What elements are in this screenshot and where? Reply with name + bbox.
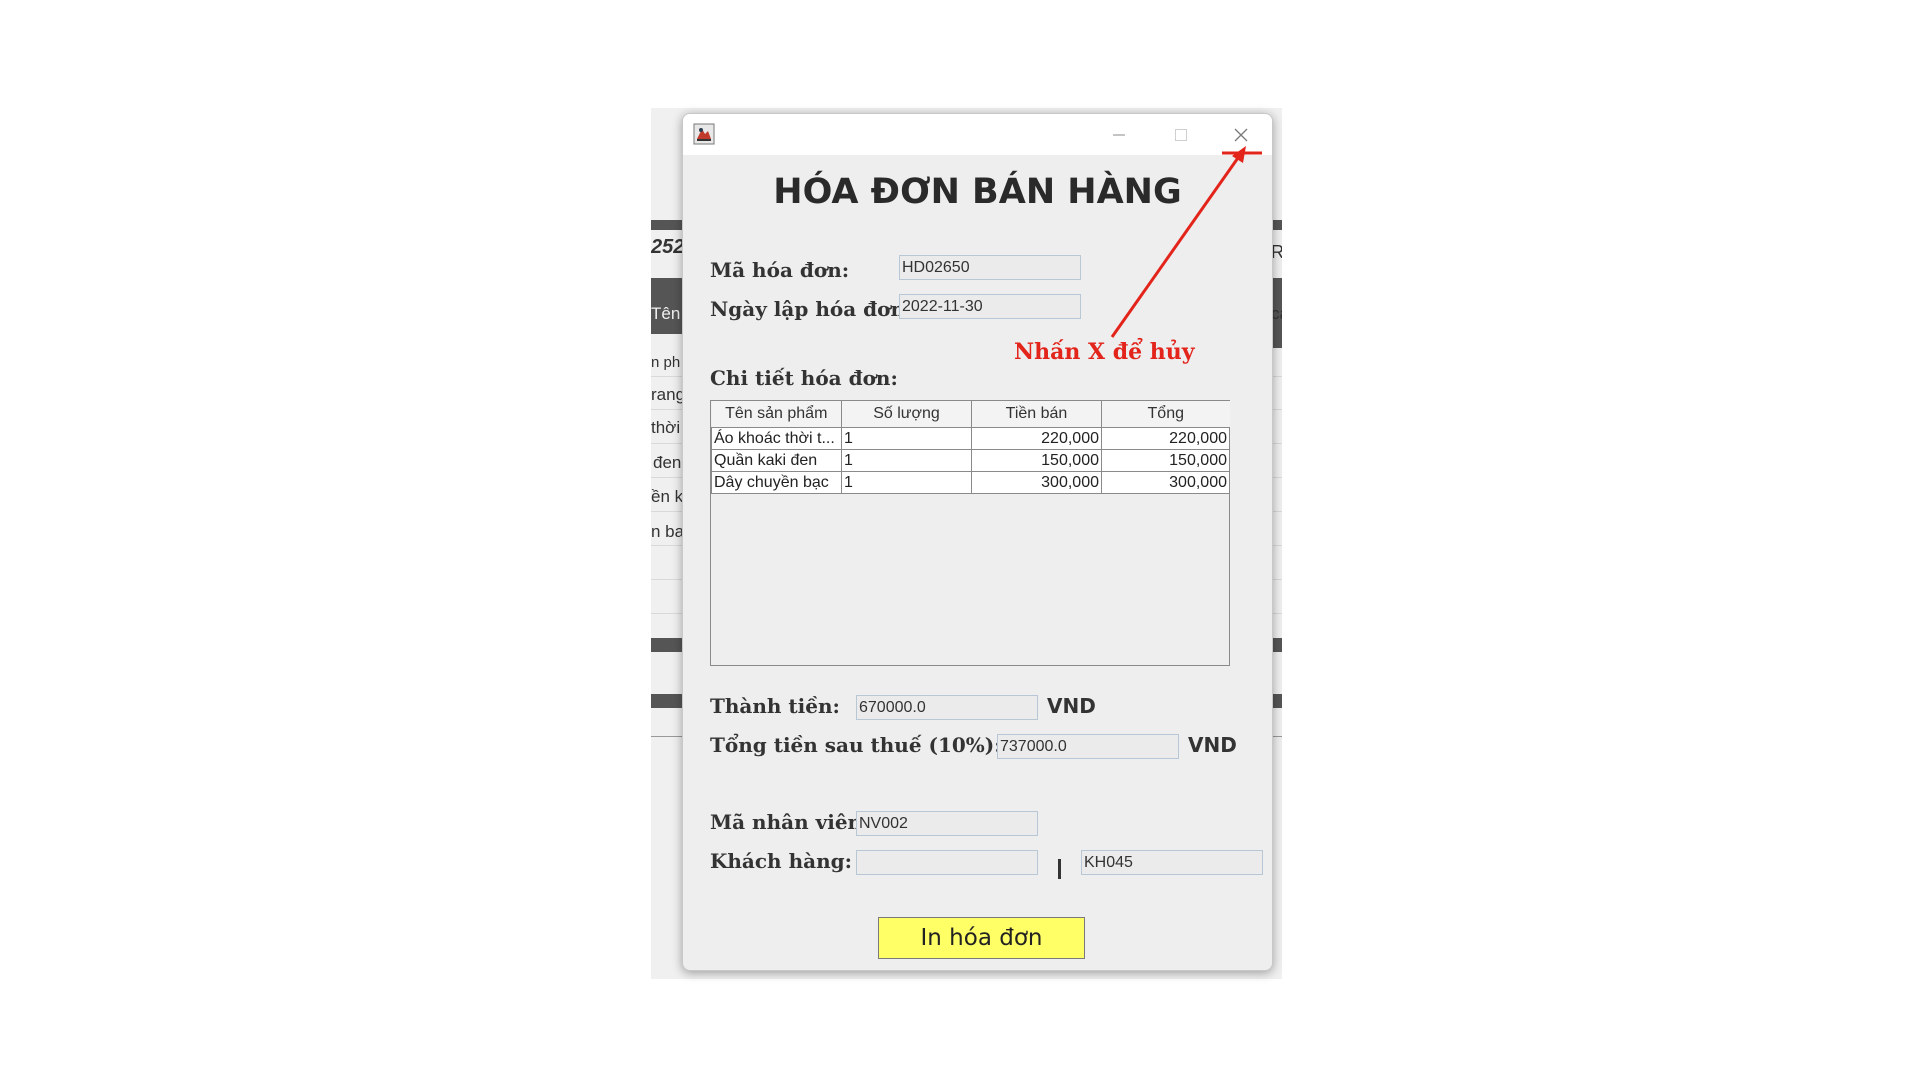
table-row[interactable]: Quần kaki đen 1 150,000 150,000: [711, 449, 1230, 472]
screen: 252 R Tên ca n ph rang thời đen ền ki n …: [0, 0, 1920, 1080]
customer-label: Khách hàng:: [710, 849, 852, 873]
minimize-icon: [1113, 134, 1125, 135]
cell-total[interactable]: 300,000: [1101, 471, 1230, 494]
table-row[interactable]: Dây chuyền bạc 1 300,000 300,000: [711, 471, 1230, 494]
total-after-tax-field[interactable]: 737000.0: [997, 734, 1179, 759]
maximize-icon: [1175, 128, 1187, 141]
cell-price[interactable]: 300,000: [971, 471, 1102, 494]
invoice-date-field[interactable]: 2022-11-30: [899, 294, 1081, 319]
bg-fragment: rang: [651, 385, 686, 404]
invoice-details-table[interactable]: Tên sản phẩm Số lượng Tiền bán Tổng Áo k…: [710, 400, 1230, 666]
subtotal-label: Thành tiền:: [710, 694, 840, 718]
minimize-button[interactable]: [1088, 114, 1150, 155]
field-separator: [1058, 859, 1061, 879]
column-header-price[interactable]: Tiền bán: [971, 401, 1102, 428]
invoice-details-label: Chi tiết hóa đơn:: [710, 366, 898, 390]
cell-quantity[interactable]: 1: [841, 471, 972, 494]
column-header-quantity[interactable]: Số lượng: [841, 401, 972, 428]
subtotal-currency: VND: [1047, 694, 1096, 718]
cell-price[interactable]: 220,000: [971, 427, 1102, 450]
cell-product[interactable]: Dây chuyền bạc: [711, 471, 842, 494]
invoice-title: HÓA ĐƠN BÁN HÀNG: [773, 172, 1182, 212]
annotation-label: Nhấn X để hủy: [1014, 339, 1195, 365]
close-button[interactable]: [1210, 114, 1272, 155]
customer-id-field[interactable]: KH045: [1081, 850, 1263, 875]
title-bar[interactable]: [683, 114, 1272, 155]
total-currency: VND: [1188, 733, 1237, 757]
subtotal-field[interactable]: 670000.0: [856, 695, 1038, 720]
java-app-icon: [693, 123, 715, 145]
cell-total[interactable]: 220,000: [1101, 427, 1230, 450]
bg-fragment: Tên: [651, 304, 681, 323]
print-invoice-button[interactable]: In hóa đơn: [878, 917, 1085, 959]
bg-fragment: 252: [651, 236, 685, 258]
cell-quantity[interactable]: 1: [841, 427, 972, 450]
maximize-button[interactable]: [1150, 114, 1212, 155]
invoice-id-field[interactable]: HD02650: [899, 255, 1081, 280]
bg-fragment: thời: [651, 418, 681, 437]
cell-product[interactable]: Quần kaki đen: [711, 449, 842, 472]
close-icon: [1234, 128, 1248, 141]
cell-total[interactable]: 150,000: [1101, 449, 1230, 472]
employee-id-field[interactable]: NV002: [856, 811, 1038, 836]
bg-fragment: đen: [653, 453, 682, 472]
column-header-product[interactable]: Tên sản phẩm: [711, 401, 842, 428]
customer-name-field[interactable]: [856, 850, 1038, 875]
invoice-dialog: HÓA ĐƠN BÁN HÀNG Mã hóa đơn: HD02650 Ngà…: [682, 113, 1273, 971]
cell-product[interactable]: Áo khoác thời t...: [711, 427, 842, 450]
bg-fragment: n ph: [651, 354, 681, 371]
bg-fragment: n ba: [651, 522, 685, 541]
employee-id-label: Mã nhân viên:: [710, 810, 870, 834]
column-header-total[interactable]: Tổng: [1101, 401, 1230, 428]
invoice-id-label: Mã hóa đơn:: [710, 258, 850, 282]
total-after-tax-label: Tổng tiền sau thuế (10%):: [710, 733, 1002, 757]
cell-price[interactable]: 150,000: [971, 449, 1102, 472]
table-row[interactable]: Áo khoác thời t... 1 220,000 220,000: [711, 427, 1230, 450]
invoice-date-label: Ngày lập hóa đơn:: [710, 297, 913, 321]
cell-quantity[interactable]: 1: [841, 449, 972, 472]
